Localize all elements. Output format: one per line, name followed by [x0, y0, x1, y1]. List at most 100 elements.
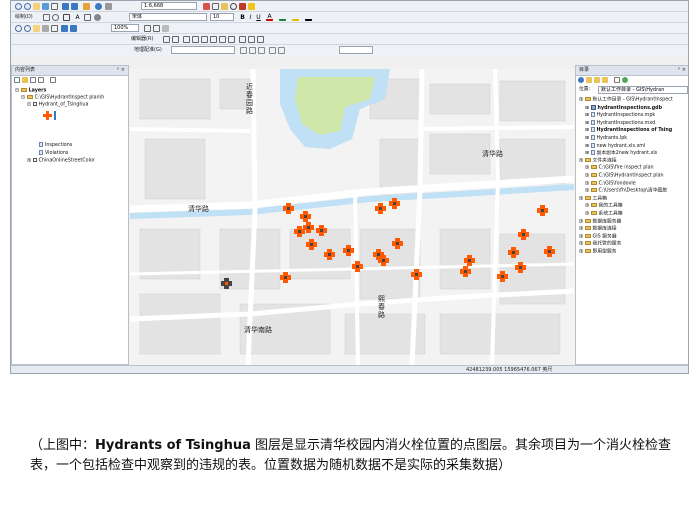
catalog-item[interactable]: ⊞ HydrantInspections of Tsing: [585, 127, 688, 135]
layout-back-icon[interactable]: [61, 25, 68, 32]
catalog-item[interactable]: ⊞ 我的工具箱: [585, 203, 688, 211]
font-name-combo[interactable]: 宋体: [129, 13, 207, 21]
editor-toolbar-icon[interactable]: [203, 3, 210, 10]
hydrant-marker[interactable]: [352, 261, 363, 272]
georef-scale-icon[interactable]: [258, 47, 265, 54]
hydrant-marker[interactable]: [324, 249, 335, 260]
up-folder-icon[interactable]: [586, 77, 592, 83]
catalog-item[interactable]: ⊞ 默认工作目录 - GIS\HydrantInspect: [579, 97, 688, 105]
catalog-item[interactable]: ⊞ 工具箱: [579, 195, 688, 204]
identify-icon[interactable]: [95, 3, 102, 10]
list-by-source-icon[interactable]: [22, 77, 28, 83]
hydrant-marker[interactable]: [375, 203, 386, 214]
select-elements-icon[interactable]: [43, 14, 50, 21]
hydrant-marker[interactable]: [411, 269, 422, 280]
toc-folder[interactable]: ⊟ C:\GIS\HydrantInspect plan\h: [21, 95, 104, 102]
catalog-item[interactable]: ⊞ C:\GIS\HydrantInspect plan: [585, 172, 688, 181]
layout-zoom-in-icon[interactable]: [15, 25, 22, 32]
scale-combo[interactable]: 1:6,668: [141, 2, 197, 10]
hydrant-marker[interactable]: [343, 245, 354, 256]
catalog-item[interactable]: ⊞ C:\GIS\fire inspect plan: [585, 165, 688, 173]
hydrant-marker[interactable]: [306, 239, 317, 250]
marker-icon[interactable]: [94, 14, 101, 21]
layout-pan-icon[interactable]: [33, 25, 40, 32]
edit-tool-icon[interactable]: [163, 36, 170, 43]
connect-folder-icon[interactable]: [602, 77, 608, 83]
change-layout-icon[interactable]: [162, 25, 169, 32]
catalog-item[interactable]: ⊞ 即用型服务: [579, 248, 688, 257]
catalog-item[interactable]: ⊞ HydrantInspections.mxd: [585, 119, 688, 128]
hydrant-marker[interactable]: [221, 278, 232, 289]
font-size-combo[interactable]: 10: [210, 13, 234, 21]
catalog-item[interactable]: ⊞ 我托管的服务: [579, 241, 688, 249]
toc-hydrant-layer[interactable]: ⊟ Hydrant_of_Tsinghua: [27, 102, 88, 109]
list-by-visibility-icon[interactable]: [30, 77, 36, 83]
hydrant-marker[interactable]: [283, 203, 294, 214]
create-features-icon[interactable]: [257, 36, 264, 43]
hydrant-marker[interactable]: [508, 247, 519, 258]
hydrant-marker[interactable]: [378, 255, 389, 266]
pan-icon[interactable]: [33, 3, 40, 10]
draw-menu[interactable]: 绘制(D): [15, 14, 33, 21]
hydrant-marker[interactable]: [460, 266, 471, 277]
expand-minus-icon[interactable]: ⊟: [15, 89, 19, 94]
hydrant-marker[interactable]: [316, 225, 327, 236]
full-extent-icon[interactable]: [42, 3, 49, 10]
toggle-draft-icon[interactable]: [144, 25, 151, 32]
hydrant-marker[interactable]: [389, 198, 400, 209]
catalog-item[interactable]: ⊞ new hydrant.xls.xml: [585, 142, 688, 151]
catalog-location-combo[interactable]: 默认工作目录 - GIS\Hydran: [598, 86, 688, 94]
options-icon[interactable]: [50, 77, 56, 83]
catalog-pin-icon[interactable]: ᵖ ×: [678, 66, 686, 75]
georef-extra-combo[interactable]: [339, 46, 373, 54]
hydrant-marker[interactable]: [518, 229, 529, 240]
georef-rotate-icon[interactable]: [240, 47, 247, 54]
expand-minus-icon[interactable]: ⊟: [27, 103, 31, 108]
georef-link-icon[interactable]: [269, 47, 276, 54]
layout-forward-icon[interactable]: [70, 25, 77, 32]
straight-segment-icon[interactable]: [183, 36, 190, 43]
list-by-selection-icon[interactable]: [38, 77, 44, 83]
measure-icon[interactable]: [105, 3, 112, 10]
list-by-drawing-order-icon[interactable]: [14, 77, 20, 83]
sync-icon[interactable]: [622, 77, 628, 83]
arctoolbox-icon[interactable]: [239, 3, 246, 10]
rotate-edit-icon[interactable]: [228, 36, 235, 43]
callout-icon[interactable]: [84, 14, 91, 21]
views-icon[interactable]: [614, 77, 620, 83]
hydrant-marker[interactable]: [464, 255, 475, 266]
georeference-menu[interactable]: 地理配准(G): [134, 47, 162, 54]
catalog-item[interactable]: ⊞ HydrantInspections.mpk: [585, 112, 688, 120]
georeference-layer-combo[interactable]: [171, 46, 235, 54]
edit-annotation-icon[interactable]: [172, 36, 179, 43]
editor-menu[interactable]: 编辑器(R): [131, 36, 153, 43]
fixed-zoom-icon[interactable]: [51, 3, 58, 10]
catalog-item[interactable]: ⊞ 副本副本2new hydrant.xls: [585, 150, 688, 158]
map-view[interactable]: 清华路 清华路 清华南路 近春园路 熙春路: [130, 69, 574, 365]
catalog-item[interactable]: ⊞ 数据库连接: [579, 226, 688, 234]
catalog-item[interactable]: ⊞ 数据库服务器: [579, 218, 688, 227]
focus-frame-icon[interactable]: [153, 25, 160, 32]
fill-color-icon[interactable]: [279, 14, 286, 21]
hydrant-marker[interactable]: [537, 205, 548, 216]
catalog-item[interactable]: ⊞ C:\GIS\fondovle: [585, 180, 688, 189]
hydrant-marker[interactable]: [497, 271, 508, 282]
table-icon[interactable]: [212, 3, 219, 10]
line-color-icon[interactable]: [292, 14, 299, 21]
layer-visibility-checkbox[interactable]: [32, 158, 37, 162]
marker-color-icon[interactable]: [305, 14, 312, 21]
vertex-icon[interactable]: [192, 36, 199, 43]
georef-table-icon[interactable]: [278, 47, 285, 54]
home-icon[interactable]: [594, 77, 600, 83]
attributes-icon[interactable]: [239, 36, 246, 43]
layer-visibility-checkbox[interactable]: [32, 102, 37, 106]
catalog-item[interactable]: ⊞ 文件夹连接: [579, 157, 688, 166]
python-icon[interactable]: [248, 3, 255, 10]
toc-pin-icon[interactable]: ᵖ ×: [117, 66, 125, 75]
georef-shift-icon[interactable]: [249, 47, 256, 54]
expand-plus-icon[interactable]: ⊞: [27, 159, 31, 164]
toc-inspections[interactable]: Inspections: [39, 142, 72, 149]
hydrant-marker[interactable]: [515, 262, 526, 273]
rectangle-icon[interactable]: [63, 14, 70, 21]
layout-zoom-combo[interactable]: 100%: [111, 24, 139, 32]
